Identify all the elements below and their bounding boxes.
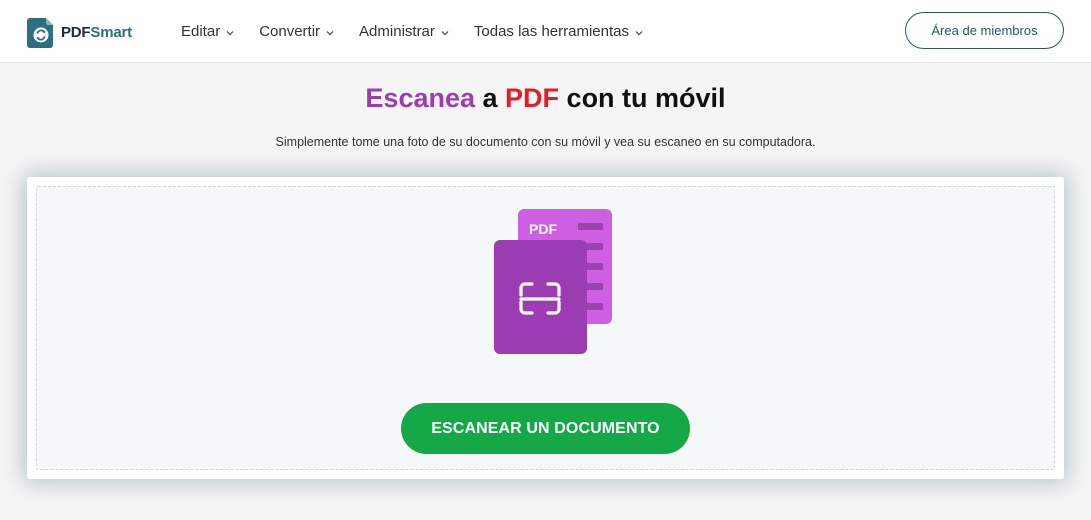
- nav-item-label: Todas las herramientas: [473, 23, 629, 40]
- title-part-escanea: Escanea: [365, 83, 476, 113]
- nav-item-administrar[interactable]: Administrar: [359, 23, 450, 40]
- scan-card: PDF ESCANEAR UN DOCUMENTO: [27, 177, 1064, 479]
- chevron-down-icon: [441, 31, 449, 36]
- scan-document-icon: PDF: [494, 209, 612, 354]
- navbar: PDFSmart Editar Convertir Administrar To…: [0, 0, 1091, 63]
- logo-text-smart: Smart: [90, 24, 132, 41]
- title-part-rest: con tu móvil: [559, 83, 726, 113]
- nav-item-label: Administrar: [359, 23, 435, 40]
- chevron-down-icon: [635, 31, 643, 36]
- nav-item-convertir[interactable]: Convertir: [259, 23, 335, 40]
- page-title: Escanea a PDF con tu móvil: [0, 83, 1091, 114]
- logo[interactable]: PDFSmart: [27, 18, 132, 48]
- scan-document-button[interactable]: ESCANEAR UN DOCUMENTO: [401, 403, 690, 454]
- title-part-pdf: PDF: [505, 83, 560, 113]
- nav-item-todas-las-herramientas[interactable]: Todas las herramientas: [474, 23, 644, 40]
- nav-item-label: Convertir: [259, 23, 321, 40]
- nav-item-editar[interactable]: Editar: [181, 23, 235, 40]
- page-subtitle: Simplemente tome una foto de su document…: [275, 135, 816, 149]
- scan-dropzone[interactable]: PDF ESCANEAR UN DOCUMENTO: [36, 186, 1055, 470]
- logo-text: PDFSmart: [61, 18, 132, 48]
- pdf-badge-text: PDF: [529, 221, 557, 237]
- chevron-down-icon: [226, 31, 234, 36]
- title-part-a: a: [475, 83, 506, 113]
- front-scan-page: [494, 240, 587, 354]
- main-nav: Editar Convertir Administrar Todas las h…: [181, 0, 668, 63]
- nav-item-label: Editar: [181, 23, 221, 40]
- chevron-down-icon: [326, 31, 334, 36]
- pdfsmart-logo-icon: [27, 18, 55, 48]
- member-area-button[interactable]: Área de miembros: [905, 12, 1064, 49]
- logo-text-pdf: PDF: [61, 24, 91, 41]
